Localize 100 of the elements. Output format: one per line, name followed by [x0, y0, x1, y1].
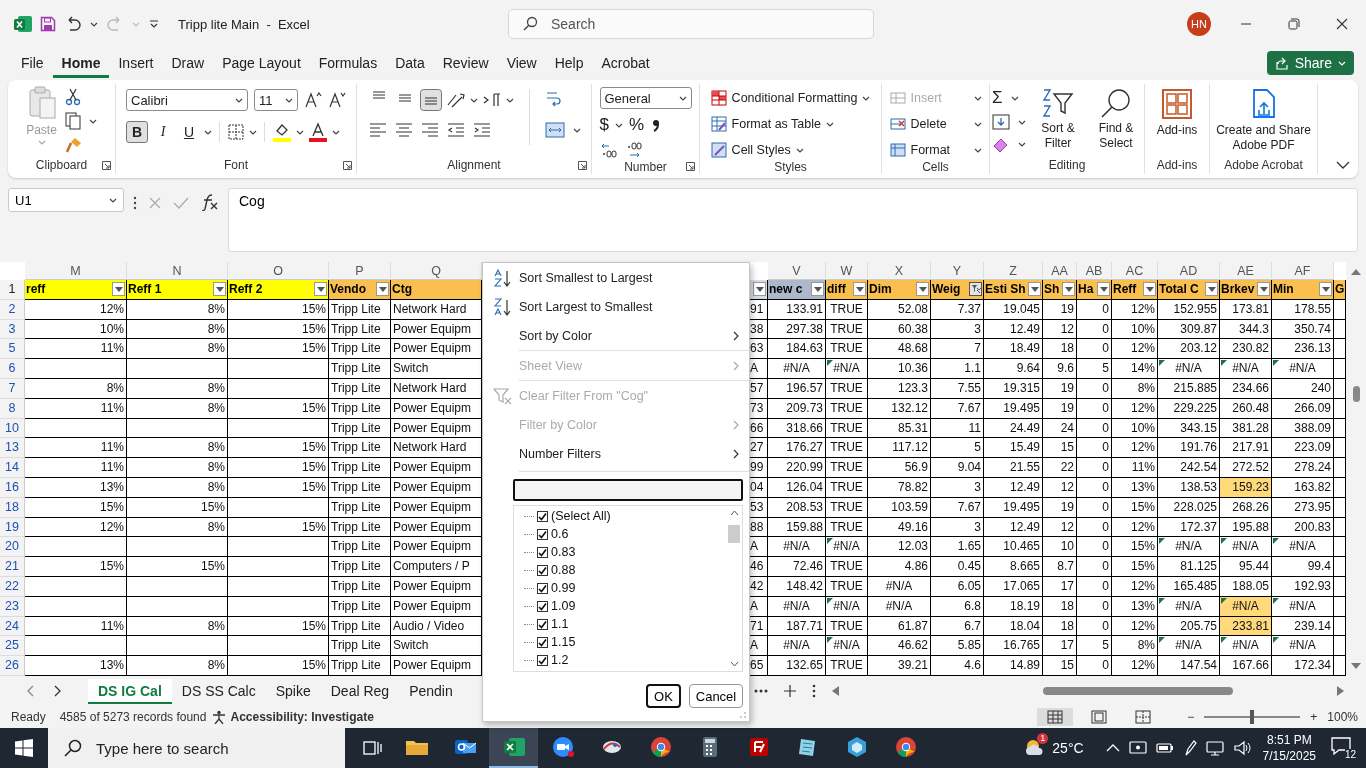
speaker-icon[interactable]	[1232, 740, 1251, 756]
checkbox-label[interactable]: (Select All)	[551, 509, 611, 523]
menu-item[interactable]: Sort by Color	[483, 321, 749, 350]
network-icon[interactable]	[1205, 740, 1224, 756]
caret-icon[interactable]	[862, 95, 871, 101]
ribbon-button[interactable]: Cell Styles	[710, 140, 871, 160]
font-color-icon[interactable]	[308, 122, 328, 142]
error-indicator-icon[interactable]	[1159, 597, 1165, 604]
caret-icon[interactable]	[109, 197, 117, 203]
menu-tab[interactable]: View	[497, 48, 546, 78]
filter-button[interactable]	[1097, 282, 1110, 297]
options-icon[interactable]	[812, 684, 816, 698]
sheet-tab[interactable]: DS SS Calc	[171, 678, 266, 704]
align-center-icon[interactable]	[393, 121, 414, 139]
menu-tab[interactable]: Draw	[162, 48, 214, 78]
zoom-in-button[interactable]: +	[1310, 710, 1318, 724]
sheet-tab[interactable]: DS IG Cal	[88, 678, 172, 704]
caret-icon[interactable]	[249, 129, 257, 135]
name-box[interactable]: U1	[8, 188, 124, 212]
checkbox[interactable]	[537, 618, 548, 630]
start-icon[interactable]	[15, 739, 33, 757]
fill-color-icon[interactable]	[272, 122, 292, 142]
checkbox[interactable]	[537, 564, 548, 576]
checkbox[interactable]	[537, 510, 548, 522]
autosum-button[interactable]: Σ	[992, 88, 1003, 108]
error-indicator-icon[interactable]	[1273, 360, 1279, 367]
search-field[interactable]	[513, 479, 743, 501]
collapse-ribbon-icon[interactable]	[1336, 161, 1350, 170]
more-sheets-icon[interactable]	[754, 689, 768, 693]
row-number[interactable]: 21	[0, 557, 25, 577]
row-number[interactable]: 26	[0, 656, 25, 676]
menu-tab[interactable]: Review	[433, 48, 498, 78]
column-letter[interactable]: AB	[1077, 262, 1112, 280]
caret-icon[interactable]	[826, 121, 834, 127]
clock-time[interactable]: 8:51 PM	[1266, 732, 1312, 748]
increase-indent-icon[interactable]	[471, 121, 492, 139]
row-number[interactable]: 14	[0, 458, 25, 478]
filter-button[interactable]	[1143, 282, 1156, 297]
menu-tab[interactable]: Help	[545, 48, 593, 78]
normal-view-button[interactable]	[1037, 708, 1074, 726]
restore-icon[interactable]	[1288, 18, 1300, 30]
scroll-right-icon[interactable]	[1337, 686, 1344, 696]
task-view-icon[interactable]	[362, 739, 382, 757]
checkbox[interactable]	[537, 528, 548, 540]
increase-font-icon[interactable]	[304, 91, 322, 109]
column-letter[interactable]: P	[329, 262, 391, 280]
caret-icon[interactable]	[469, 97, 478, 103]
search-field[interactable]: Type here to search	[48, 728, 345, 768]
column-letter[interactable]: Y	[931, 262, 984, 280]
error-indicator-icon[interactable]	[1273, 637, 1279, 644]
column-letter[interactable]: W	[826, 262, 868, 280]
row-number[interactable]: 5	[0, 339, 25, 360]
caret-icon[interactable]	[572, 127, 581, 133]
checkbox[interactable]	[537, 546, 548, 558]
menu-tab[interactable]: Insert	[109, 48, 163, 78]
accessibility-status[interactable]: Accessibility: Investigate	[230, 710, 374, 724]
battery-icon[interactable]	[1155, 741, 1174, 755]
accessibility-icon[interactable]	[212, 710, 227, 724]
checkbox-label[interactable]: 1.15	[551, 635, 576, 649]
caret-icon[interactable]	[678, 95, 687, 101]
previous-sheet-icon[interactable]	[26, 685, 34, 697]
decrease-decimal-icon[interactable]	[625, 141, 644, 159]
menu-tab[interactable]: Page Layout	[213, 48, 310, 78]
sheet-tab[interactable]: Pendin	[399, 678, 463, 704]
error-indicator-icon[interactable]	[827, 538, 833, 545]
caret-icon[interactable]	[235, 97, 243, 103]
scroll-up-icon[interactable]	[729, 510, 739, 516]
column-letter[interactable]: M	[25, 262, 127, 280]
fill-down-icon[interactable]	[992, 114, 1010, 130]
error-indicator-icon[interactable]	[1221, 597, 1227, 604]
column-letter[interactable]: AE	[1220, 262, 1272, 280]
column-letter[interactable]: AA	[1043, 262, 1077, 280]
launcher-icon[interactable]	[578, 160, 587, 170]
column-letter[interactable]: AD	[1158, 262, 1220, 280]
underline-button[interactable]: U	[178, 121, 200, 143]
menu-tab[interactable]: Data	[386, 48, 434, 78]
insert-function-icon[interactable]	[200, 193, 218, 211]
row-number[interactable]: 20	[0, 537, 25, 558]
excel-logo-icon[interactable]	[14, 15, 32, 33]
create-pdf-button[interactable]: Create and Share Adobe PDF	[1211, 86, 1316, 156]
filter-button[interactable]	[314, 282, 327, 297]
font-size-dropdown[interactable]: 11	[254, 89, 298, 111]
checkbox-label[interactable]: 0.83	[551, 545, 576, 559]
number-format-dropdown[interactable]: General	[599, 87, 692, 109]
scissors-icon[interactable]	[64, 88, 81, 106]
checkbox[interactable]	[537, 654, 548, 666]
scroll-down-icon[interactable]	[729, 661, 739, 667]
percent-button[interactable]: %	[628, 115, 645, 135]
filter-button[interactable]	[969, 282, 982, 297]
error-indicator-icon[interactable]	[1273, 538, 1279, 545]
filter-button[interactable]	[1062, 282, 1075, 297]
scroll-left-icon[interactable]	[832, 686, 839, 696]
align-left-icon[interactable]	[367, 121, 388, 139]
screen-icon[interactable]	[1128, 740, 1147, 756]
filter-button[interactable]	[1205, 282, 1218, 297]
caret-icon[interactable]	[1010, 95, 1019, 101]
italic-button[interactable]: I	[152, 121, 174, 143]
row-number[interactable]: 13	[0, 438, 25, 459]
filter-button[interactable]	[213, 282, 226, 297]
caret-icon[interactable]	[296, 129, 304, 135]
